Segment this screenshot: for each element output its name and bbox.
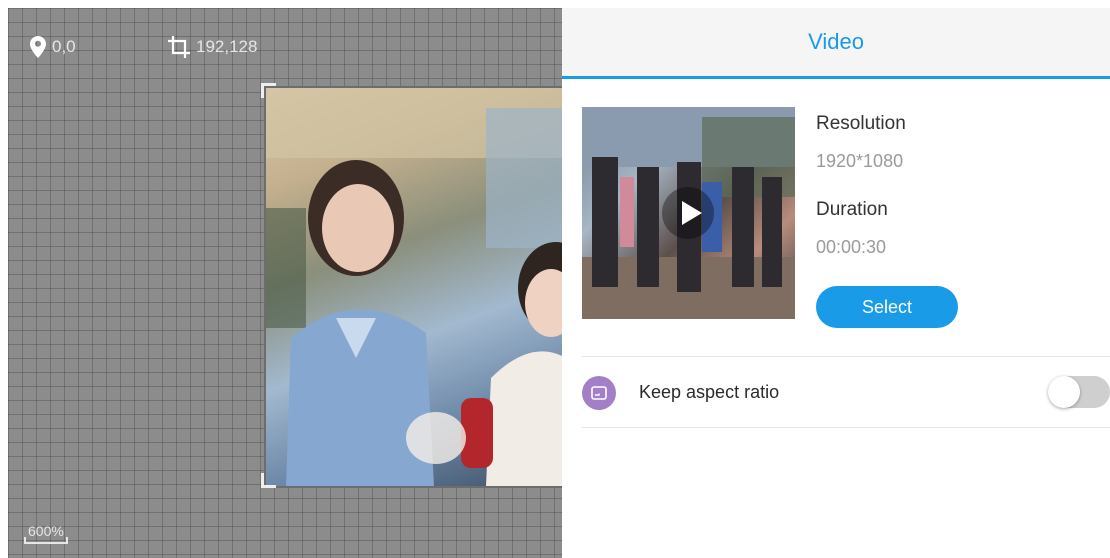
divider [582,427,1110,428]
keep-aspect-ratio-label: Keep aspect ratio [639,382,780,402]
size-value: 192,128 [196,37,258,56]
position-indicator: 0,0 [30,34,76,60]
video-info-section: Resolution 1920*1080 Duration 00:00:30 S… [582,107,1110,328]
resolution-value: 1920*1080 [816,151,904,171]
panel-title: Video [808,29,864,54]
duration-label: Duration [816,199,888,220]
video-thumbnail[interactable] [582,107,795,319]
keep-aspect-ratio-row[interactable]: Keep aspect ratio [582,376,1110,410]
panel-header: Video [562,8,1110,79]
aspect-ratio-icon [582,376,616,410]
divider [582,356,1110,357]
size-indicator: 192,128 [168,34,257,60]
crop-icon [168,36,190,58]
video-properties-panel: Video Resolution 1920*1080 Duration 00:0… [562,8,1110,558]
resize-handle-bottom-left[interactable] [261,473,276,488]
select-video-button[interactable]: Select [816,286,958,328]
editing-canvas[interactable]: 0,0 192,128 600% [8,8,562,558]
duration-value: 00:00:30 [816,237,887,257]
resolution-label: Resolution [816,113,906,134]
toggle-knob [1048,376,1080,408]
keep-aspect-ratio-toggle[interactable] [1048,376,1110,408]
video-frame-preview[interactable] [264,86,562,488]
location-pin-icon [30,36,46,58]
position-value: 0,0 [52,37,76,56]
zoom-level[interactable]: 600% [24,523,68,544]
resize-handle-top-left[interactable] [261,83,276,98]
play-icon[interactable] [662,187,714,239]
